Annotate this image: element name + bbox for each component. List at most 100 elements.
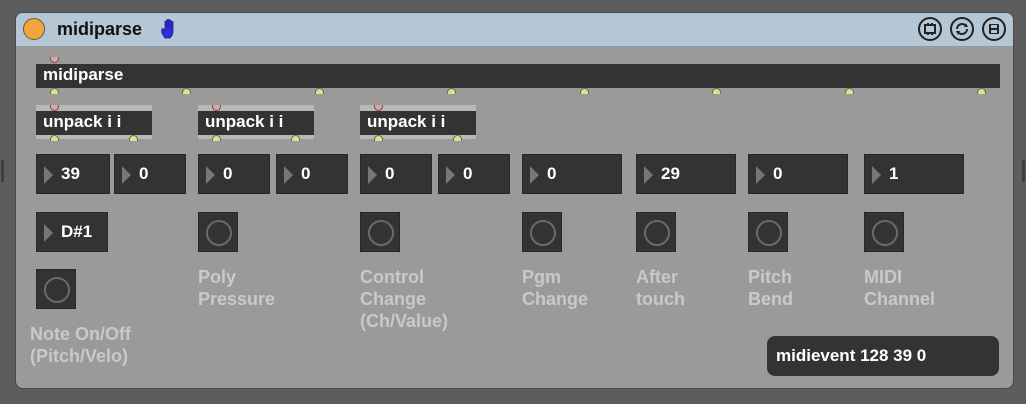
number-arrow-icon (284, 166, 293, 184)
midi-channel-bang-button[interactable] (864, 212, 904, 252)
bang-ring-icon (206, 220, 232, 246)
unpack-object-2-label: unpack i i (205, 112, 284, 131)
unpack-3-outlet-right[interactable] (453, 135, 462, 141)
midievent-message-text: midievent 128 39 0 (776, 346, 927, 365)
cc-number-value: 0 (385, 164, 395, 183)
midiparse-outlet[interactable] (447, 88, 456, 94)
pitch-bend-label-line-2: Bend (748, 289, 793, 309)
midiparse-inlet[interactable] (50, 57, 59, 63)
midi-channel-label-line-2: Channel (864, 289, 936, 309)
unpack-2-outlet-left[interactable] (212, 135, 221, 141)
midiparse-outlet[interactable] (580, 88, 589, 94)
control-change-label-line-3: (Ch/Value) (360, 311, 449, 331)
cc-value-value: 0 (463, 164, 473, 183)
bang-ring-icon (368, 220, 394, 246)
unpack-object-2[interactable]: unpack i i (198, 111, 314, 135)
number-arrow-icon (206, 166, 215, 184)
poly-pitch-value: 0 (223, 164, 233, 183)
pitch-bend-label-line-1: Pitch (748, 267, 793, 287)
aftertouch-value: 29 (661, 164, 680, 183)
replace-button[interactable] (950, 17, 974, 41)
note-label-line-1: Note On/Off (30, 324, 131, 344)
hand-icon (161, 18, 174, 39)
unpack-3-outlet-left[interactable] (374, 135, 383, 141)
bang-ring-icon (756, 220, 782, 246)
number-arrow-icon (872, 166, 881, 184)
midiparse-outlet[interactable] (182, 88, 191, 94)
replace-icon (956, 23, 968, 35)
aftertouch-number[interactable]: 29 (636, 154, 736, 194)
note-velocity-number[interactable]: 0 (114, 154, 186, 194)
aftertouch-label: After touch (636, 266, 685, 310)
cc-number-number[interactable]: 0 (360, 154, 432, 194)
bang-ring-icon (44, 277, 70, 303)
midi-channel-label-line-1: MIDI (864, 267, 902, 287)
bang-ring-icon (530, 220, 556, 246)
bang-ring-icon (644, 220, 670, 246)
freeze-button[interactable] (918, 17, 942, 41)
left-resize-grip[interactable] (1, 160, 4, 182)
note-pitch-number[interactable]: 39 (36, 154, 110, 194)
midi-channel-number[interactable]: 1 (864, 154, 964, 194)
poly-pressure-label: Poly Pressure (198, 266, 275, 310)
note-name-value: D#1 (61, 222, 93, 241)
control-change-label-line-1: Control (360, 267, 424, 287)
poly-pressure-label-line-2: Pressure (198, 289, 276, 309)
save-button[interactable] (982, 17, 1006, 41)
midiparse-object[interactable]: midiparse (36, 64, 1000, 88)
unpack-2-outlet-right[interactable] (291, 135, 300, 141)
number-arrow-icon (44, 224, 53, 242)
power-button[interactable] (23, 18, 45, 40)
cc-value-number[interactable]: 0 (438, 154, 510, 194)
number-arrow-icon (530, 166, 539, 184)
unpack-object-1[interactable]: unpack i i (36, 111, 152, 135)
control-change-label-line-2: Change (360, 289, 427, 309)
pitch-bend-value: 0 (773, 164, 783, 183)
program-change-number[interactable]: 0 (522, 154, 622, 194)
midiparse-outlet[interactable] (712, 88, 721, 94)
note-label-line-2: (Pitch/Velo) (30, 346, 129, 366)
right-resize-grip[interactable] (1022, 160, 1025, 182)
program-change-label-line-2: Change (522, 289, 589, 309)
unpack-object-1-label: unpack i i (43, 112, 122, 131)
pitch-bend-number[interactable]: 0 (748, 154, 848, 194)
device-title: midiparse (57, 19, 143, 39)
number-arrow-icon (122, 166, 131, 184)
number-arrow-icon (446, 166, 455, 184)
poly-pitch-number[interactable]: 0 (198, 154, 270, 194)
control-change-bang-button[interactable] (360, 212, 400, 252)
device-panel: midiparse midiparse unpack i i unpack i … (16, 13, 1013, 388)
midiparse-outlet[interactable] (977, 88, 986, 94)
unpack-object-3[interactable]: unpack i i (360, 111, 476, 135)
midi-channel-value: 1 (889, 164, 899, 183)
poly-pressure-bang-button[interactable] (198, 212, 238, 252)
unpack-1-outlet-left[interactable] (50, 135, 59, 141)
midiparse-outlet[interactable] (50, 88, 59, 94)
midievent-message[interactable]: midievent 128 39 0 (767, 336, 999, 376)
pitch-bend-bang-button[interactable] (748, 212, 788, 252)
unpack-1-outlet-right[interactable] (129, 135, 138, 141)
note-name-display[interactable]: D#1 (36, 212, 108, 252)
aftertouch-label-line-1: After (636, 267, 679, 287)
note-pitch-value: 39 (61, 164, 80, 183)
note-label: Note On/Off (Pitch/Velo) (30, 323, 131, 367)
note-bang-button[interactable] (36, 269, 76, 309)
aftertouch-label-line-2: touch (636, 289, 685, 309)
control-change-label: Control Change (Ch/Value) (360, 266, 448, 332)
freeze-icon (924, 23, 936, 35)
number-arrow-icon (756, 166, 765, 184)
aftertouch-bang-button[interactable] (636, 212, 676, 252)
bang-ring-icon (872, 220, 898, 246)
program-change-bang-button[interactable] (522, 212, 562, 252)
poly-pressure-label-line-1: Poly (198, 267, 237, 287)
midiparse-outlet[interactable] (315, 88, 324, 94)
midiparse-outlet[interactable] (845, 88, 854, 94)
midi-channel-label: MIDI Channel (864, 266, 935, 310)
save-icon (989, 24, 999, 34)
note-velocity-value: 0 (139, 164, 149, 183)
program-change-label: Pgm Change (522, 266, 588, 310)
number-arrow-icon (644, 166, 653, 184)
midiparse-object-label: midiparse (43, 65, 124, 84)
number-arrow-icon (368, 166, 377, 184)
poly-pressure-number[interactable]: 0 (276, 154, 348, 194)
